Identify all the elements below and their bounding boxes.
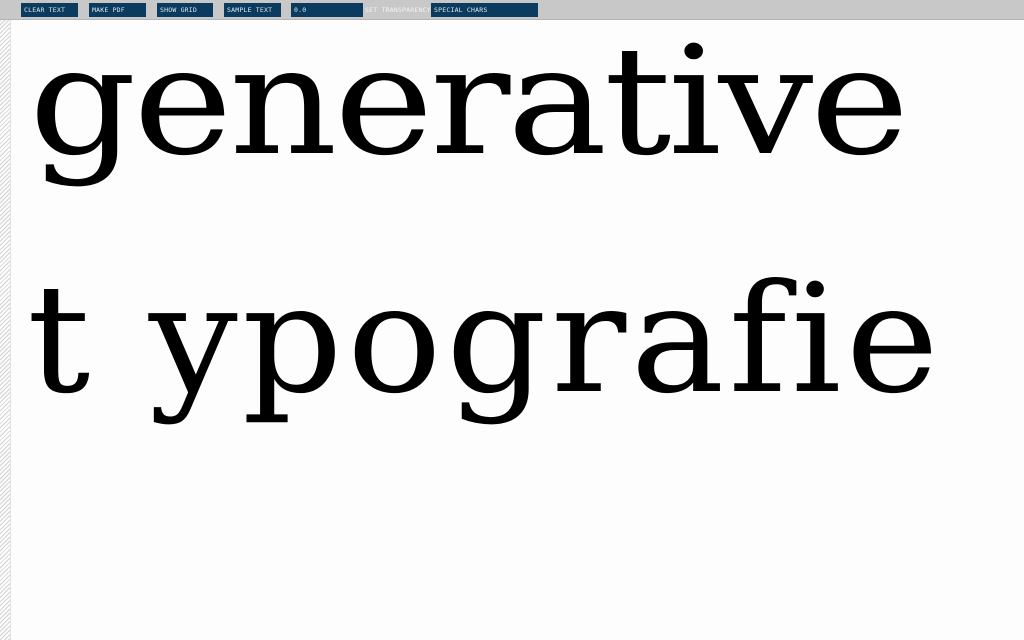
generated-text-line-2: t ypografie: [27, 253, 944, 427]
generative-typography-app: CLEAR TEXT MAKE PDF SHOW GRID SAMPLE TEX…: [0, 0, 1024, 640]
make-pdf-button[interactable]: MAKE PDF: [89, 3, 146, 17]
sample-text-button[interactable]: SAMPLE TEXT: [224, 3, 281, 17]
special-chars-button[interactable]: SPECIAL CHARS: [431, 3, 538, 17]
generated-text-line-1: generative: [29, 20, 909, 189]
type-canvas[interactable]: generative t ypografie: [11, 20, 1024, 640]
left-ruler: [0, 20, 11, 640]
set-transparency-label: SET TRANSPARENCY: [365, 6, 431, 14]
toolbar: CLEAR TEXT MAKE PDF SHOW GRID SAMPLE TEX…: [0, 0, 1024, 20]
transparency-input[interactable]: 0.0: [291, 3, 363, 17]
clear-text-button[interactable]: CLEAR TEXT: [21, 3, 78, 17]
show-grid-button[interactable]: SHOW GRID: [157, 3, 213, 17]
